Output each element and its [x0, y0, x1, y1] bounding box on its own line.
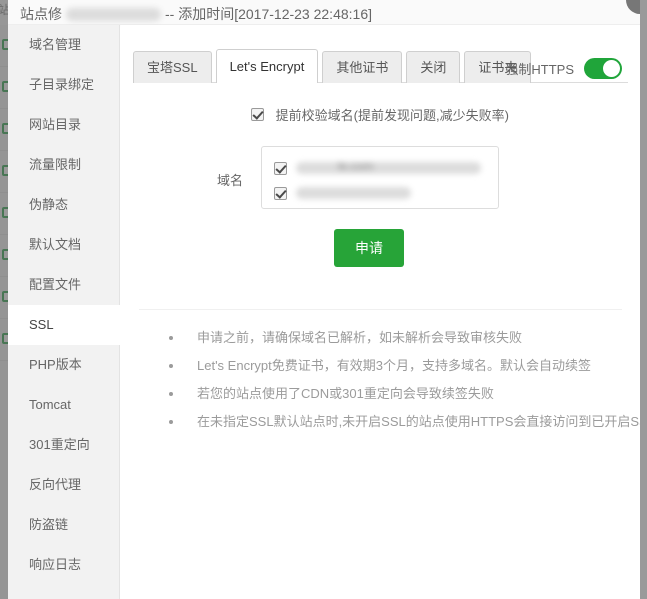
force-https-toggle[interactable] [584, 58, 622, 79]
dialog-title-suffix: -- 添加时间[2017-12-23 22:48:16] [165, 6, 372, 22]
content-panel: 宝塔SSL Let's Encrypt 其他证书 关闭 证书夹 强制HTTPS … [121, 25, 640, 599]
sidebar-item-site-directory[interactable]: 网站目录 [8, 105, 119, 145]
domain-label: 域名 [195, 146, 243, 189]
dialog-title: 站点修 -- 添加时间[2017-12-23 22:48:16] [20, 4, 372, 24]
sidebar-item-domain-manage[interactable]: 域名管理 [8, 25, 119, 65]
sidebar-item-301-redirect[interactable]: 301重定向 [8, 425, 119, 465]
page-scrollbar[interactable] [640, 0, 647, 599]
close-icon[interactable] [626, 0, 640, 14]
tab-list: 宝塔SSL Let's Encrypt 其他证书 关闭 证书夹 [133, 49, 535, 83]
domain-row: 域名 le.com [121, 146, 640, 209]
sidebar-item-ssl[interactable]: SSL [8, 305, 120, 345]
tab-bar: 宝塔SSL Let's Encrypt 其他证书 关闭 证书夹 强制HTTPS [133, 37, 628, 83]
lets-encrypt-form: 提前校验域名(提前发现问题,减少失败率) 域名 le.com [121, 83, 640, 267]
redacted-site-name [66, 8, 161, 21]
notes-list: 申请之前，请确保域名已解析，如未解析会导致审核失败 Let's Encrypt免… [139, 324, 622, 436]
notes-section: 申请之前，请确保域名已解析，如未解析会导致审核失败 Let's Encrypt免… [139, 309, 622, 436]
precheck-row: 提前校验域名(提前发现问题,减少失败率) [121, 105, 640, 124]
redacted-domain-name: le.com [296, 162, 481, 174]
list-item: 在未指定SSL默认站点时,未开启SSL的站点使用HTTPS会直接访问到已开启SS… [169, 408, 622, 436]
sidebar-item-tomcat[interactable]: Tomcat [8, 385, 119, 425]
sidebar-item-response-log[interactable]: 响应日志 [8, 545, 119, 585]
precheck-checkbox[interactable] [251, 108, 264, 121]
precheck-label: 提前校验域名(提前发现问题,减少失败率) [276, 108, 509, 123]
domain-list: le.com [261, 146, 499, 209]
domain-checkbox[interactable] [274, 187, 287, 200]
apply-button[interactable]: 申请 [334, 229, 404, 267]
sidebar-item-subdirectory-binding[interactable]: 子目录绑定 [8, 65, 119, 105]
sidebar-item-php-version[interactable]: PHP版本 [8, 345, 119, 385]
force-https-control: 强制HTTPS [505, 58, 622, 79]
dialog-title-prefix: 站点修 [20, 6, 62, 22]
dialog-body: 域名管理 子目录绑定 网站目录 流量限制 伪静态 默认文档 配置文件 SSL P… [8, 25, 640, 599]
list-item: 若您的站点使用了CDN或301重定向会导致续签失败 [169, 380, 622, 408]
redacted-domain-name [296, 187, 411, 199]
force-https-label: 强制HTTPS [505, 59, 574, 78]
list-item: Let's Encrypt免费证书，有效期3个月，支持多域名。默认会自动续签 [169, 352, 622, 380]
tab-close[interactable]: 关闭 [406, 51, 460, 83]
sidebar-item-hotlink-protection[interactable]: 防盗链 [8, 505, 119, 545]
tab-bt-ssl[interactable]: 宝塔SSL [133, 51, 212, 83]
tab-other-certificate[interactable]: 其他证书 [322, 51, 402, 83]
toggle-knob-icon [603, 60, 620, 77]
sidebar-item-traffic-limit[interactable]: 流量限制 [8, 145, 119, 185]
sidebar-item-default-document[interactable]: 默认文档 [8, 225, 119, 265]
domain-checkbox[interactable] [274, 162, 287, 175]
domain-name-hint: le.com [338, 159, 373, 173]
sidebar-item-reverse-proxy[interactable]: 反向代理 [8, 465, 119, 505]
list-item: 申请之前，请确保域名已解析，如未解析会导致审核失败 [169, 324, 622, 352]
tab-lets-encrypt[interactable]: Let's Encrypt [216, 49, 319, 83]
sidebar-item-pseudo-static[interactable]: 伪静态 [8, 185, 119, 225]
dialog-titlebar: 站点修 -- 添加时间[2017-12-23 22:48:16] [8, 0, 640, 25]
modal-backdrop[interactable] [0, 0, 8, 599]
sidebar-item-config-file[interactable]: 配置文件 [8, 265, 119, 305]
sidebar: 域名管理 子目录绑定 网站目录 流量限制 伪静态 默认文档 配置文件 SSL P… [8, 25, 120, 599]
list-item[interactable]: le.com [274, 158, 486, 178]
list-item[interactable] [274, 183, 486, 203]
background-page-strip: 站 [0, 0, 8, 599]
site-edit-dialog: 站点修 -- 添加时间[2017-12-23 22:48:16] 域名管理 子目录… [8, 0, 640, 599]
apply-row: 申请 [121, 229, 640, 267]
